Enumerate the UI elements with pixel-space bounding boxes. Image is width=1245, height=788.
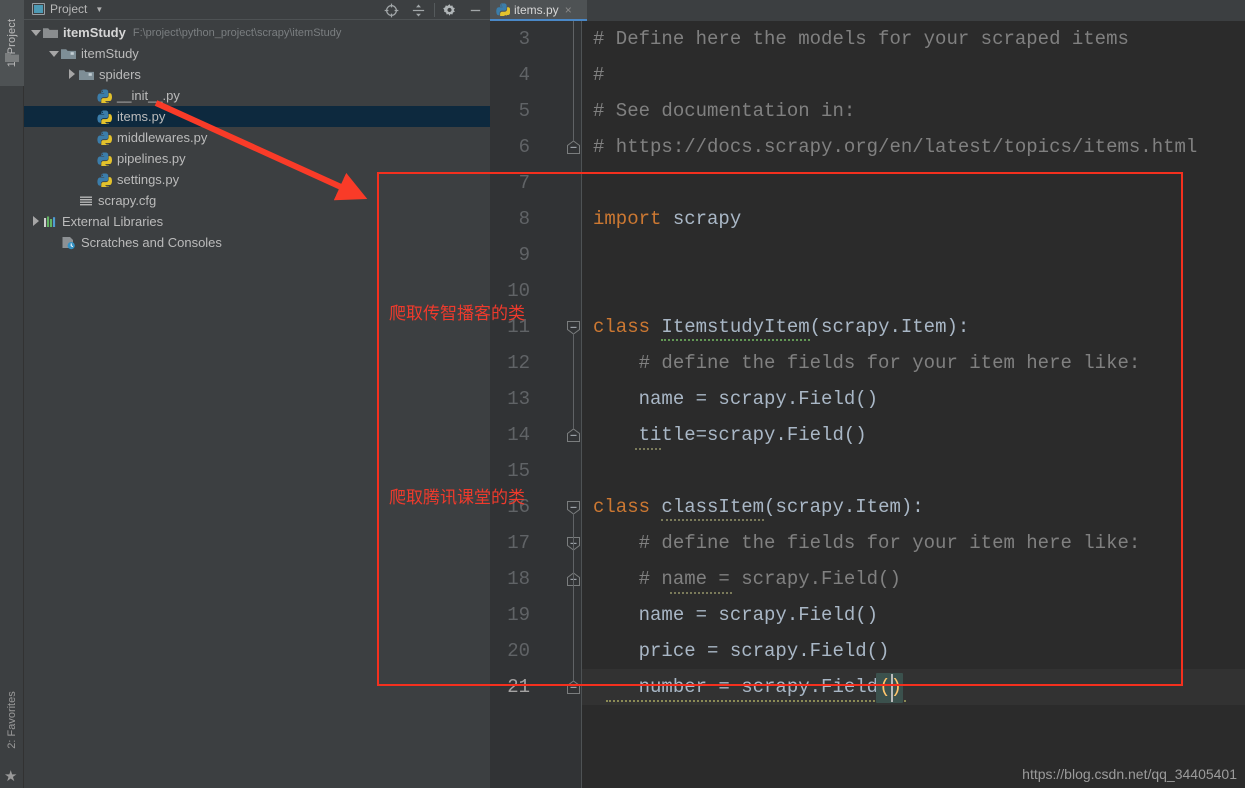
chevron-right-icon[interactable]: [66, 69, 77, 80]
chevron-down-icon[interactable]: [48, 48, 59, 59]
collapse-all-icon[interactable]: [411, 3, 426, 18]
tree-row-external-libraries[interactable]: External Libraries: [24, 211, 490, 232]
python-file-icon: [97, 131, 112, 145]
tree-row-spiders[interactable]: spiders: [24, 64, 490, 85]
module-folder-icon: [61, 48, 76, 59]
code-content[interactable]: # Define here the models for your scrape…: [490, 21, 1245, 788]
project-panel-header: Project ▼: [24, 0, 490, 20]
config-file-icon: [80, 196, 92, 206]
python-file-icon: [97, 173, 112, 187]
inspection-squiggle: [670, 591, 732, 594]
tree-row-settings-py[interactable]: settings.py: [24, 169, 490, 190]
tree-row-itemstudy[interactable]: itemStudy F:\project\python_project\scrap…: [24, 22, 490, 43]
close-icon[interactable]: ×: [565, 3, 572, 17]
tree-row-label: itemStudy: [63, 25, 126, 40]
inspection-squiggle: [606, 699, 906, 702]
project-title: Project: [50, 2, 88, 16]
folder-icon: [43, 27, 58, 38]
code-line[interactable]: name = scrapy.Field(): [593, 597, 878, 633]
scratches-icon: [62, 236, 75, 249]
annotation-note-2: 爬取腾讯课堂的类: [389, 488, 525, 508]
python-file-icon: [97, 89, 112, 103]
rail-button-project[interactable]: 1: Project: [0, 0, 24, 86]
project-file-tree: itemStudy F:\project\python_project\scrap…: [24, 22, 490, 253]
left-tool-rail: 1: Project 2: Favorites ★: [0, 0, 24, 788]
code-line[interactable]: # https://docs.scrapy.org/en/latest/topi…: [593, 129, 1197, 165]
tree-row-path: F:\project\python_project\scrapy\itemStu…: [132, 26, 342, 39]
code-line[interactable]: import scrapy: [593, 201, 741, 237]
python-file-icon: [496, 3, 510, 16]
tree-row-label: Scratches and Consoles: [81, 235, 222, 250]
tree-row-items-py[interactable]: items.py: [24, 106, 490, 127]
tree-row-label: itemStudy: [81, 46, 139, 61]
module-folder-icon: [79, 69, 94, 80]
chevron-right-icon[interactable]: [30, 216, 41, 227]
code-line[interactable]: class classItem(scrapy.Item):: [593, 489, 924, 525]
pycharm-window: 1: Project 2: Favorites ★ Project ▼ item…: [0, 0, 1245, 788]
tab-items-py[interactable]: items.py ×: [490, 0, 587, 21]
tree-row-label: settings.py: [117, 172, 180, 187]
project-tool-window: Project ▼ itemStudyF:\project\python_pr: [24, 0, 490, 788]
code-line[interactable]: # define the fields for your item here l…: [593, 525, 1141, 561]
minimize-icon[interactable]: [468, 3, 483, 18]
tab-label: items.py: [514, 2, 559, 17]
code-line[interactable]: #: [593, 57, 604, 93]
project-window-icon: [32, 3, 45, 15]
watermark-text: https://blog.csdn.net/qq_34405401: [1022, 766, 1237, 782]
locate-target-icon[interactable]: [384, 3, 399, 18]
project-title-group[interactable]: Project ▼: [32, 2, 103, 16]
toolbar-separator: [434, 3, 435, 17]
tree-row-scrapy-cfg[interactable]: scrapy.cfg: [24, 190, 490, 211]
tree-row-label: scrapy.cfg: [98, 193, 157, 208]
code-line[interactable]: # name = scrapy.Field(): [593, 561, 901, 597]
tree-row-pipelines-py[interactable]: pipelines.py: [24, 148, 490, 169]
code-line[interactable]: # Define here the models for your scrape…: [593, 21, 1129, 57]
code-line[interactable]: price = scrapy.Field(): [593, 633, 890, 669]
editor-area: items.py × 3 4 5 6 7 8 9 10 11 12 13 14 15 16 17 18 19 20…: [490, 0, 1245, 788]
tree-row-label: __init__.py: [117, 88, 180, 103]
annotation-note-1: 爬取传智播客的类: [389, 304, 525, 324]
chevron-down-icon[interactable]: [30, 27, 41, 38]
text-caret: [890, 674, 893, 702]
code-viewport[interactable]: 3 4 5 6 7 8 9 10 11 12 13 14 15 16 17 18 19 20 21 # Define…: [490, 21, 1245, 788]
tree-row-scratches-and-consoles[interactable]: Scratches and Consoles: [24, 232, 490, 253]
tree-row-label: items.py: [117, 109, 166, 124]
code-line[interactable]: class ItemstudyItem(scrapy.Item):: [593, 309, 969, 345]
tree-row-itemstudy[interactable]: itemStudy: [24, 43, 490, 64]
tree-row-label: External Libraries: [62, 214, 164, 229]
tree-row-middlewares-py[interactable]: middlewares.py: [24, 127, 490, 148]
tree-row-label: spiders: [99, 67, 141, 82]
inspection-squiggle: [635, 447, 661, 450]
gear-icon[interactable]: [442, 3, 457, 18]
tree-row--init-py[interactable]: __init__.py: [24, 85, 490, 106]
python-file-icon: [97, 152, 112, 166]
rail-button-favorites-label: 2: Favorites: [6, 691, 18, 749]
editor-tab-bar: items.py ×: [490, 0, 1245, 21]
tree-row-label: middlewares.py: [117, 130, 208, 145]
tree-row-label: pipelines.py: [117, 151, 186, 166]
libraries-icon: [44, 216, 56, 227]
code-line[interactable]: # define the fields for your item here l…: [593, 345, 1141, 381]
chevron-down-icon[interactable]: ▼: [95, 5, 103, 14]
code-line[interactable]: # See documentation in:: [593, 93, 855, 129]
star-icon: ★: [4, 768, 18, 785]
folder-icon: [5, 53, 19, 62]
python-file-icon: [97, 110, 112, 124]
code-line[interactable]: name = scrapy.Field(): [593, 381, 878, 417]
